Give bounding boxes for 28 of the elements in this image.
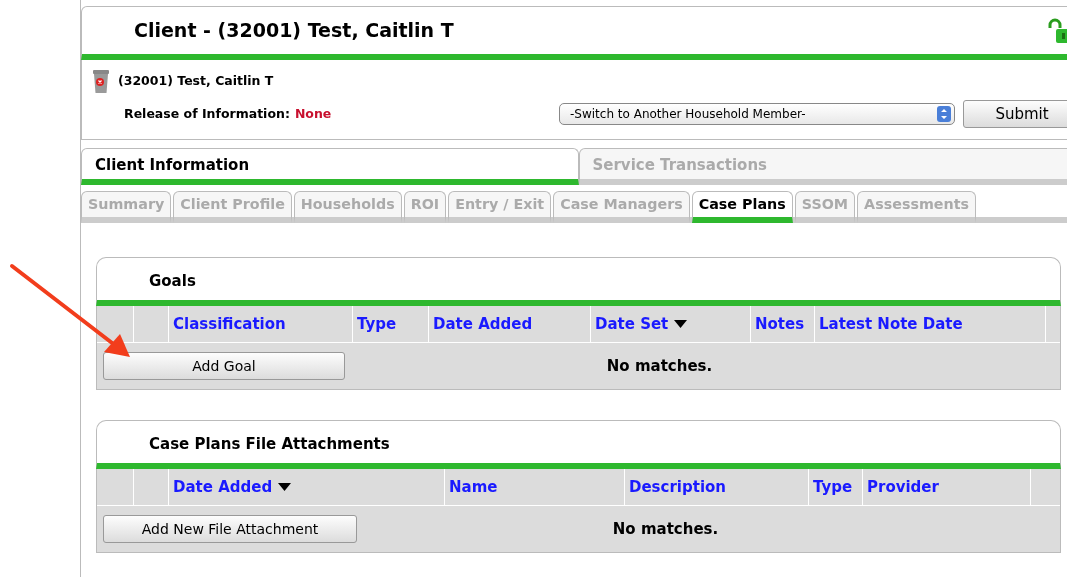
column-header[interactable]: Date Set bbox=[591, 306, 751, 342]
add-button[interactable]: Add Goal bbox=[103, 352, 345, 380]
sort-down-icon bbox=[674, 320, 688, 328]
column-header[interactable]: Name bbox=[445, 469, 625, 505]
column-header[interactable]: Provider bbox=[863, 469, 1031, 505]
column-header[interactable]: Date Added bbox=[169, 469, 445, 505]
sort-down-icon bbox=[278, 483, 292, 491]
column-header[interactable]: Description bbox=[625, 469, 809, 505]
unlocked-padlock-icon[interactable] bbox=[1047, 17, 1067, 44]
stepper-icon bbox=[937, 106, 951, 122]
main-tab[interactable]: Client Information bbox=[81, 148, 579, 185]
add-button[interactable]: Add New File Attachment bbox=[103, 515, 357, 543]
sub-tab[interactable]: Case Plans bbox=[691, 191, 793, 223]
empty-message: No matches. bbox=[611, 518, 720, 540]
column-header[interactable]: Classification bbox=[169, 306, 353, 342]
column-header[interactable]: Notes bbox=[751, 306, 815, 342]
page-title: Client - (32001) Test, Caitlin T bbox=[134, 19, 454, 42]
column-header[interactable]: Type bbox=[353, 306, 429, 342]
column-header[interactable]: Type bbox=[809, 469, 863, 505]
roi-value: None bbox=[294, 104, 332, 123]
empty-message: No matches. bbox=[605, 355, 714, 377]
household-select[interactable]: -Switch to Another Household Member- bbox=[559, 103, 955, 125]
submit-button[interactable]: Submit bbox=[963, 100, 1067, 128]
roi-label: Release of Information: bbox=[124, 104, 290, 123]
trash-can-icon bbox=[92, 68, 110, 94]
column-header[interactable]: Date Added bbox=[429, 306, 591, 342]
column-header[interactable]: Latest Note Date bbox=[815, 306, 1046, 342]
client-name: (32001) Test, Caitlin T bbox=[118, 71, 274, 90]
